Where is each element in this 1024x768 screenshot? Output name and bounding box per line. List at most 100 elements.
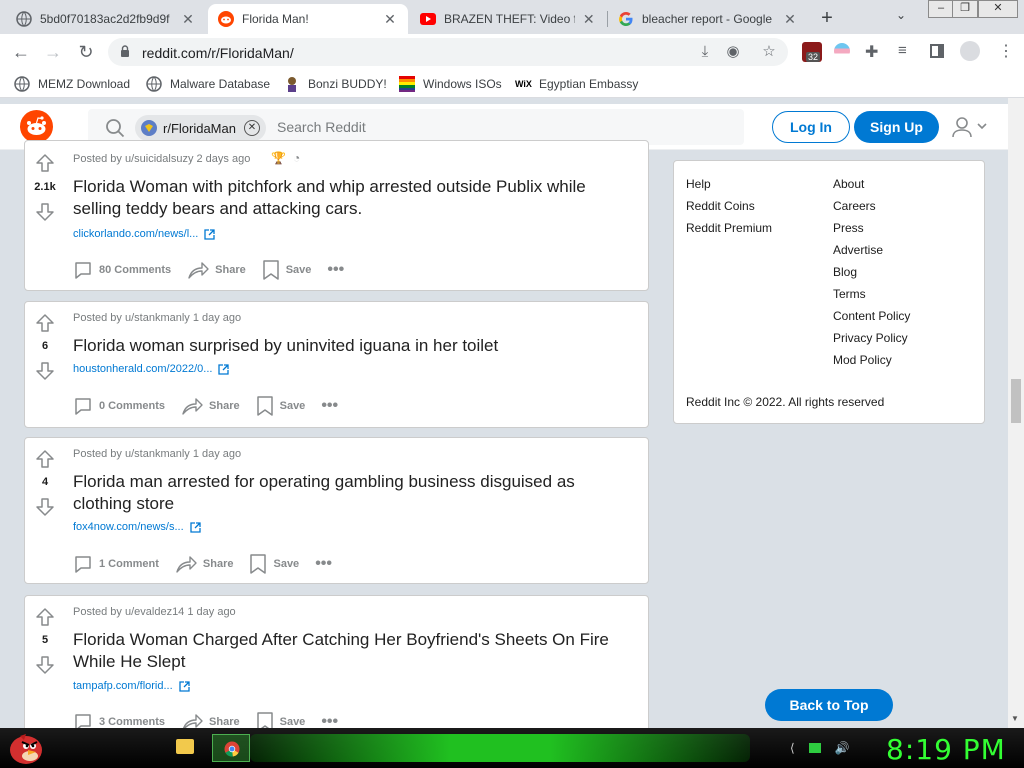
comments-button[interactable]: 0 Comments	[73, 396, 165, 416]
footer-link-reddit-coins[interactable]: Reddit Coins	[686, 199, 755, 213]
upvote-icon[interactable]	[35, 313, 55, 333]
save-button[interactable]: Save	[256, 396, 305, 416]
tab-brazen-theft[interactable]: BRAZEN THEFT: Video fro ✕	[410, 4, 606, 34]
close-icon[interactable]: ✕	[581, 11, 596, 28]
more-options-icon[interactable]: •••	[315, 555, 332, 573]
profile-avatar-icon[interactable]	[960, 41, 980, 61]
back-button[interactable]: ←	[10, 41, 32, 63]
footer-link-content-policy[interactable]: Content Policy	[833, 309, 910, 323]
share-button[interactable]: Share	[187, 260, 246, 280]
menu-kebab-icon[interactable]: ⋮	[998, 41, 1014, 61]
bookmark-star-icon[interactable]: ☆	[760, 43, 778, 61]
bookmark-malware-database[interactable]: Malware Database	[146, 75, 270, 93]
footer-link-careers[interactable]: Careers	[833, 199, 876, 213]
eye-extension-icon[interactable]: ◉	[724, 43, 742, 61]
close-icon[interactable]: ✕	[180, 11, 196, 28]
file-explorer-icon[interactable]	[176, 739, 194, 754]
post-title[interactable]: Florida woman surprised by uninvited igu…	[73, 335, 633, 357]
downvote-icon[interactable]	[35, 361, 55, 381]
post-link[interactable]: fox4now.com/news/s...	[73, 521, 201, 533]
footer-link-mod-policy[interactable]: Mod Policy	[833, 353, 892, 367]
bookmark-memz[interactable]: MEMZ Download	[14, 75, 130, 93]
post-link[interactable]: clickorlando.com/news/l...	[73, 228, 215, 240]
lock-icon[interactable]	[120, 45, 130, 58]
start-button-angry-bird-icon[interactable]	[6, 730, 46, 766]
ublock-icon[interactable]: 32	[802, 42, 822, 62]
save-button[interactable]: Save	[262, 260, 311, 280]
flag-extension-icon[interactable]	[834, 43, 850, 59]
network-icon[interactable]	[808, 743, 821, 753]
reddit-logo-icon[interactable]	[20, 110, 53, 143]
share-button[interactable]: Share	[181, 396, 240, 416]
maximize-button[interactable]: ❐	[952, 0, 978, 18]
save-button[interactable]: Save	[249, 554, 299, 574]
chrome-taskbar-button[interactable]	[212, 734, 250, 762]
scroll-down-arrow-icon[interactable]: ▼	[1011, 714, 1019, 723]
footer-link-advertise[interactable]: Advertise	[833, 243, 883, 257]
reload-button[interactable]: ↻	[75, 41, 97, 63]
media-control-icon[interactable]: ≡	[898, 42, 907, 59]
page-scrollbar[interactable]: ▼	[1008, 98, 1024, 728]
post-link[interactable]: houstonherald.com/2022/0...	[73, 363, 230, 375]
post-link[interactable]: tampafp.com/florid...	[73, 680, 190, 692]
post-card[interactable]: 6 Posted by u/stankmanly 1 day ago Flori…	[24, 301, 649, 428]
post-link-text[interactable]: clickorlando.com/news/l...	[73, 228, 198, 240]
upvote-icon[interactable]	[35, 607, 55, 627]
bookmark-egyptian-embassy[interactable]: WiX Egyptian Embassy	[515, 75, 638, 93]
tab-search-icon[interactable]: ⌄	[896, 8, 906, 22]
upvote-icon[interactable]	[35, 449, 55, 469]
volume-icon[interactable]: 🔊	[835, 741, 850, 755]
tab-hash[interactable]: 5bd0f70183ac2d2fb9d9f ✕	[6, 4, 206, 34]
more-options-icon[interactable]: •••	[321, 397, 338, 415]
side-panel-icon[interactable]	[930, 44, 944, 58]
minimize-button[interactable]: –	[928, 0, 954, 18]
user-menu-button[interactable]	[950, 116, 990, 138]
signup-button[interactable]: Sign Up	[854, 111, 939, 143]
footer-link-blog[interactable]: Blog	[833, 265, 857, 279]
post-link-text[interactable]: houstonherald.com/2022/0...	[73, 363, 212, 375]
footer-link-reddit-premium[interactable]: Reddit Premium	[686, 221, 772, 235]
downvote-icon[interactable]	[35, 655, 55, 675]
close-icon[interactable]: ✕	[382, 11, 398, 28]
tab-florida-man[interactable]: Florida Man! ✕	[208, 4, 408, 34]
comments-button[interactable]: 80 Comments	[73, 260, 171, 280]
install-icon[interactable]: ⤓	[696, 43, 714, 61]
back-to-top-button[interactable]: Back to Top	[765, 689, 893, 721]
tab-bleacher-report[interactable]: bleacher report - Google ✕	[608, 4, 808, 34]
footer-link-help[interactable]: Help	[686, 177, 711, 191]
post-card[interactable]: 4 Posted by u/stankmanly 1 day ago Flori…	[24, 437, 649, 584]
bookmark-windows-isos[interactable]: Windows ISOs	[399, 75, 502, 93]
new-tab-button[interactable]: +	[817, 7, 837, 30]
post-title[interactable]: Florida Woman with pitchfork and whip ar…	[73, 176, 633, 220]
address-bar[interactable]: reddit.com/r/FloridaMan/ ⤓ ◉ ☆	[108, 38, 788, 66]
login-button[interactable]: Log In	[772, 111, 850, 143]
post-link-text[interactable]: fox4now.com/news/s...	[73, 521, 184, 533]
upvote-icon[interactable]	[35, 153, 55, 173]
footer-link-privacy-policy[interactable]: Privacy Policy	[833, 331, 908, 345]
post-link-text[interactable]: tampafp.com/florid...	[73, 680, 173, 692]
window-close-button[interactable]: ✕	[978, 0, 1018, 18]
post-card[interactable]: 5 Posted by u/evaldez14 1 day ago Florid…	[24, 595, 649, 735]
footer-link-terms[interactable]: Terms	[833, 287, 866, 301]
post-card[interactable]: 2.1k Posted by u/suicidalsuzy 2 days ago…	[24, 140, 649, 291]
url-text[interactable]: reddit.com/r/FloridaMan/	[142, 45, 294, 61]
close-icon[interactable]: ✕	[782, 11, 798, 28]
extensions-puzzle-icon[interactable]: ✚	[865, 42, 878, 62]
post-title[interactable]: Florida man arrested for operating gambl…	[73, 471, 633, 515]
tray-expand-icon[interactable]: ⟨	[790, 741, 795, 755]
more-options-icon[interactable]: •••	[327, 261, 344, 279]
forward-button[interactable]: →	[42, 41, 64, 63]
comments-button[interactable]: 1 Comment	[73, 554, 159, 574]
downvote-icon[interactable]	[35, 202, 55, 222]
footer-link-press[interactable]: Press	[833, 221, 864, 235]
taskbar-clock[interactable]: 8:19 PM	[886, 733, 1006, 766]
search-input[interactable]	[277, 119, 717, 135]
downvote-icon[interactable]	[35, 497, 55, 517]
clear-chip-icon[interactable]: ✕	[243, 120, 260, 136]
share-button[interactable]: Share	[175, 554, 233, 574]
post-title[interactable]: Florida Woman Charged After Catching Her…	[73, 629, 633, 673]
footer-link-about[interactable]: About	[833, 177, 864, 191]
bookmark-bonzi-buddy[interactable]: Bonzi BUDDY!	[284, 75, 387, 93]
scrollbar-thumb[interactable]	[1011, 379, 1021, 423]
subreddit-filter-chip[interactable]: r/FloridaMan ✕	[135, 115, 266, 141]
